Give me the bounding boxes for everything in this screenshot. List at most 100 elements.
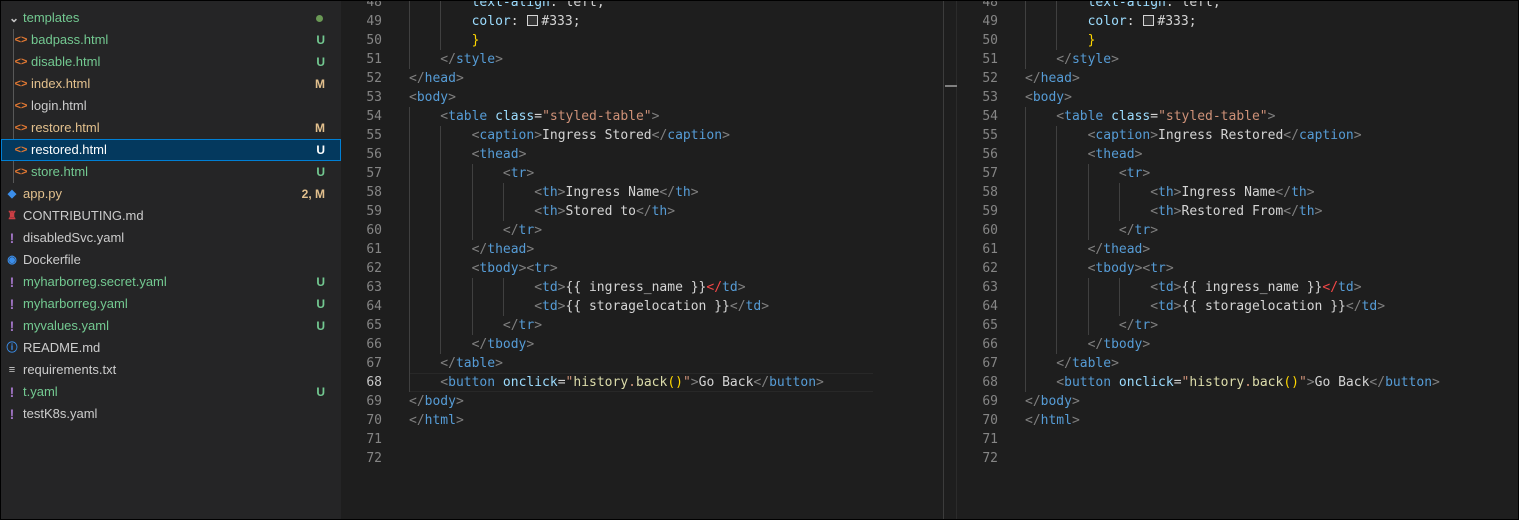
code-token: </ [471, 242, 488, 257]
code-token: table [455, 356, 496, 371]
git-status-badge: U [316, 143, 325, 157]
file-item[interactable]: ! myharborreg.secret.yaml U [1, 271, 341, 293]
code-token: < [1056, 375, 1065, 390]
editor-splitter[interactable] [943, 1, 957, 519]
code-line[interactable]: 58 <th>Ingress Name</th> [957, 183, 1518, 202]
file-item[interactable]: ! t.yaml U [1, 381, 341, 403]
editor-left[interactable]: 48 text-align: left; 49 color: #333; 50} 51 </… [341, 1, 943, 519]
code-line[interactable]: 57 <tr> [341, 164, 943, 183]
code-line[interactable]: 48 text-align: left; [341, 1, 943, 12]
file-item[interactable]: <> restored.html U [1, 139, 341, 161]
code-line[interactable]: 65 </tr> [341, 316, 943, 335]
file-item[interactable]: <> index.html M [1, 73, 341, 95]
file-item[interactable]: <> disable.html U [1, 51, 341, 73]
code-line[interactable]: 49 color: #333; [957, 12, 1518, 31]
code-line[interactable]: 71 [957, 430, 1518, 449]
folder-templates[interactable]: ⌄ templates [1, 7, 341, 29]
code-line[interactable]: 71 [341, 430, 943, 449]
code-line[interactable]: 59 <th>Stored to</th> [341, 202, 943, 221]
file-item[interactable]: ◆ app.py 2, M [1, 183, 341, 205]
code-line[interactable]: 55 <caption>Ingress Restored</caption> [957, 126, 1518, 145]
code-line[interactable]: 54 <table class="styled-table"> [341, 107, 943, 126]
code-line[interactable]: 48 text-align: left; [957, 1, 1518, 12]
folder-label: templates [23, 10, 80, 25]
code-line[interactable]: 55 <caption>Ingress Stored</caption> [341, 126, 943, 145]
code-line[interactable]: 70 </html> [957, 411, 1518, 430]
code-line[interactable]: 53 <body> [341, 88, 943, 107]
editor-right[interactable]: 48 text-align: left; 49 color: #333; 50} 51 </… [957, 1, 1518, 519]
code-line[interactable]: 51 </style> [957, 50, 1518, 69]
file-item[interactable]: <> store.html U [1, 161, 341, 183]
color-swatch-icon[interactable] [527, 15, 539, 26]
code-line[interactable]: 65 </tr> [957, 316, 1518, 335]
code-line[interactable]: 59 <th>Restored From</th> [957, 202, 1518, 221]
code-token: > [690, 185, 699, 200]
code-line[interactable]: 66 </tbody> [341, 335, 943, 354]
code-line[interactable]: 60 </tr> [957, 221, 1518, 240]
indent-guide [409, 1, 410, 12]
file-item[interactable]: ♜ CONTRIBUTING.md [1, 205, 341, 227]
code-line[interactable]: 66 </tbody> [957, 335, 1518, 354]
code-line[interactable]: 61 </thead> [957, 240, 1518, 259]
code-line[interactable]: 49 color: #333; [341, 12, 943, 31]
file-item[interactable]: ! testK8s.yaml [1, 403, 341, 425]
code-line[interactable]: 57 <tr> [957, 164, 1518, 183]
file-item[interactable]: <> login.html [1, 95, 341, 117]
code-token: button [1385, 375, 1433, 390]
code-line[interactable]: 56 <thead> [957, 145, 1518, 164]
code-line[interactable]: 50} [341, 31, 943, 50]
indent-guide [1118, 202, 1120, 221]
code-token: head [424, 71, 456, 86]
code-line[interactable]: 60 </tr> [341, 221, 943, 240]
indent-guide [1025, 259, 1026, 278]
code-token: tr [518, 223, 535, 238]
code-line[interactable]: 54 <table class="styled-table"> [957, 107, 1518, 126]
file-item[interactable]: ! myvalues.yaml U [1, 315, 341, 337]
text-file-icon: ≡ [8, 364, 16, 376]
code-text: <td>{{ storagelocation }}</td> [534, 297, 769, 316]
code-line[interactable]: 56 <thead> [341, 145, 943, 164]
code-token: head [1040, 71, 1072, 86]
indent-guide [502, 297, 504, 316]
code-token: } [1087, 33, 1096, 48]
code-line[interactable]: 50} [957, 31, 1518, 50]
code-line[interactable]: 63 <td>{{ ingress_name }}</td> [957, 278, 1518, 297]
file-item[interactable]: ≡ requirements.txt [1, 359, 341, 381]
code-line[interactable]: 67 </table> [957, 354, 1518, 373]
code-line[interactable]: 58 <th>Ingress Name</th> [341, 183, 943, 202]
code-line[interactable]: 62 <tbody><tr> [957, 259, 1518, 278]
file-label: login.html [31, 98, 87, 113]
code-line[interactable]: 64 <td>{{ storagelocation }}</td> [957, 297, 1518, 316]
code-line[interactable]: 53 <body> [957, 88, 1518, 107]
code-line[interactable]: 72 [957, 449, 1518, 468]
code-line[interactable]: 69 </body> [341, 392, 943, 411]
code-line[interactable]: 64 <td>{{ storagelocation }}</td> [341, 297, 943, 316]
line-number: 68 [366, 375, 382, 390]
code-token: </ [1025, 71, 1041, 86]
color-swatch-icon[interactable] [1143, 15, 1155, 26]
file-item[interactable]: ! myharborreg.yaml U [1, 293, 341, 315]
file-item[interactable]: ! disabledSvc.yaml [1, 227, 341, 249]
file-item[interactable]: ⓘ README.md [1, 337, 341, 359]
code-line[interactable]: 69 </body> [957, 392, 1518, 411]
code-token: tbody [479, 261, 519, 276]
code-line[interactable]: 67 </table> [341, 354, 943, 373]
code-line[interactable]: 72 [341, 449, 943, 468]
code-token: > [667, 204, 676, 219]
code-line[interactable]: 68 <button onclick="history.back()">Go Ba… [957, 373, 1518, 392]
html-file-icon: <> [14, 144, 28, 156]
code-line[interactable]: 63 <td>{{ ingress_name }}</td> [341, 278, 943, 297]
code-line[interactable]: 70 </html> [341, 411, 943, 430]
code-token: </ [1056, 52, 1072, 67]
file-item[interactable]: <> restore.html M [1, 117, 341, 139]
code-token: </ [1283, 204, 1299, 219]
code-line[interactable]: 51 </style> [341, 50, 943, 69]
file-item[interactable]: ◉ Dockerfile [1, 249, 341, 271]
code-line[interactable]: 68 <button onclick="history.back()">Go Ba… [341, 373, 943, 392]
file-item[interactable]: <> badpass.html U [1, 29, 341, 51]
code-line[interactable]: 52 </head> [341, 69, 943, 88]
code-line[interactable]: 52 </head> [957, 69, 1518, 88]
code-line[interactable]: 61 </thead> [341, 240, 943, 259]
code-token: style [455, 52, 496, 67]
code-line[interactable]: 62 <tbody><tr> [341, 259, 943, 278]
